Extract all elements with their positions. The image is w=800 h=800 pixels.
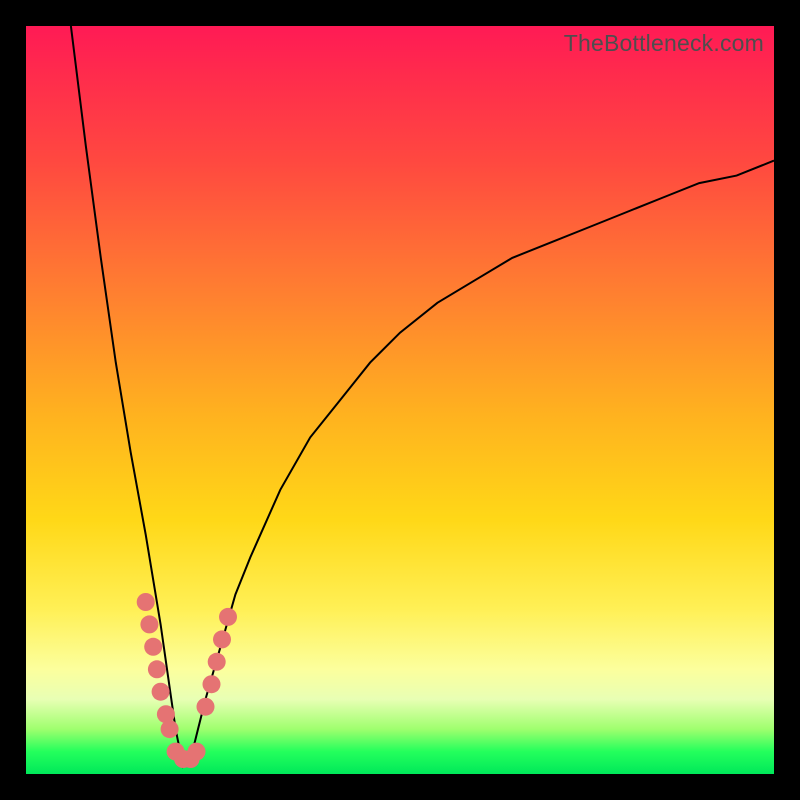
- data-point: [144, 638, 162, 656]
- data-point: [188, 743, 206, 761]
- data-point: [219, 608, 237, 626]
- chart-svg: [26, 26, 774, 774]
- data-point: [208, 653, 226, 671]
- data-point: [213, 630, 231, 648]
- data-point: [152, 683, 170, 701]
- bottleneck-curve: [71, 26, 774, 767]
- plot-area: TheBottleneck.com: [26, 26, 774, 774]
- data-point: [137, 593, 155, 611]
- data-point: [203, 675, 221, 693]
- data-point: [140, 615, 158, 633]
- data-point-group: [137, 593, 237, 768]
- chart-frame: TheBottleneck.com: [0, 0, 800, 800]
- data-point: [161, 720, 179, 738]
- data-point: [148, 660, 166, 678]
- data-point: [197, 698, 215, 716]
